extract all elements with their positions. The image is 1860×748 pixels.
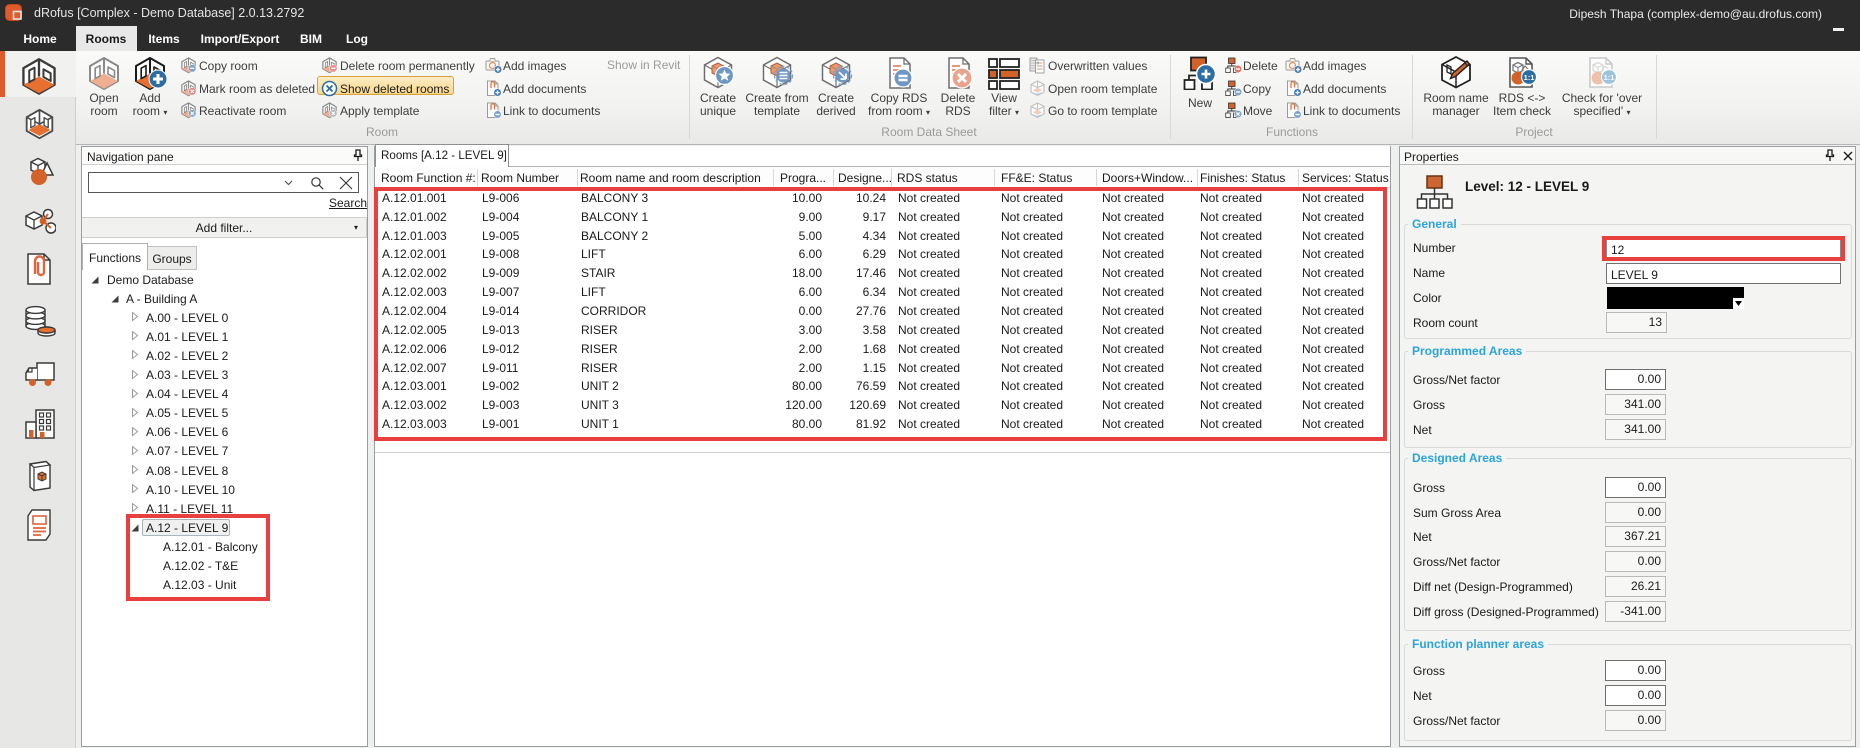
- svg-text:1:1: 1:1: [1604, 73, 1615, 82]
- svg-text:1:1: 1:1: [1524, 73, 1535, 82]
